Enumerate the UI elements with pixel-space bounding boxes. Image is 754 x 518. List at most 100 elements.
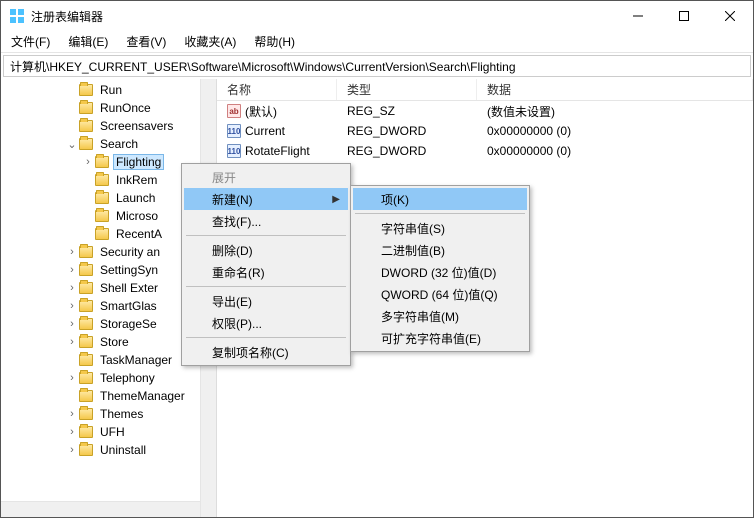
folder-icon — [79, 300, 93, 312]
tree-label: Telephony — [97, 371, 158, 385]
tree-label: Security an — [97, 245, 163, 259]
ctx-rename[interactable]: 重命名(R) — [184, 261, 348, 283]
tree-label: Run — [97, 83, 125, 97]
expand-toggle-icon[interactable]: › — [65, 282, 79, 294]
tree-item[interactable]: › Telephony — [1, 369, 216, 387]
tree-label: UFH — [97, 425, 128, 439]
tree-item[interactable]: ThemeManager — [1, 387, 216, 405]
submenu-arrow-icon: ▶ — [332, 194, 340, 205]
ctx-new-expandstring[interactable]: 可扩充字符串值(E) — [353, 327, 527, 349]
ctx-expand[interactable]: 展开 — [184, 166, 348, 188]
col-data[interactable]: 数据 — [477, 79, 753, 100]
list-header: 名称 类型 数据 — [217, 79, 753, 101]
folder-icon — [79, 444, 93, 456]
tree-label: Uninstall — [97, 443, 149, 457]
expand-toggle-icon[interactable]: › — [65, 336, 79, 348]
value-dw-icon: 110 — [227, 124, 241, 138]
tree-label: Shell Exter — [97, 281, 161, 295]
tree-label: Screensavers — [97, 119, 176, 133]
value-data: 0x00000000 (0) — [477, 144, 753, 158]
list-row[interactable]: ab (默认) REG_SZ(数值未设置) — [217, 101, 753, 121]
tree-item[interactable]: › Uninstall — [1, 441, 216, 459]
tree-label: SmartGlas — [97, 299, 160, 313]
tree-label: ThemeManager — [97, 389, 188, 403]
menu-file[interactable]: 文件(F) — [7, 31, 54, 52]
value-name: (默认) — [245, 103, 277, 120]
context-menu: 展开 新建(N)▶ 查找(F)... 删除(D) 重命名(R) 导出(E) 权限… — [181, 163, 351, 366]
folder-icon — [79, 282, 93, 294]
ctx-export[interactable]: 导出(E) — [184, 290, 348, 312]
value-data: (数值未设置) — [477, 103, 753, 120]
tree-item[interactable]: › UFH — [1, 423, 216, 441]
address-bar[interactable]: 计算机\HKEY_CURRENT_USER\Software\Microsoft… — [3, 55, 751, 77]
menu-edit[interactable]: 编辑(E) — [64, 31, 112, 52]
expand-toggle-icon[interactable]: › — [65, 264, 79, 276]
folder-icon — [79, 390, 93, 402]
ctx-new-multistring[interactable]: 多字符串值(M) — [353, 305, 527, 327]
col-name[interactable]: 名称 — [217, 79, 337, 100]
folder-icon — [79, 336, 93, 348]
expand-toggle-icon[interactable]: › — [65, 300, 79, 312]
expand-toggle-icon[interactable]: › — [65, 426, 79, 438]
folder-icon — [95, 228, 109, 240]
tree-item[interactable]: Run — [1, 81, 216, 99]
folder-icon — [79, 102, 93, 114]
menu-favorites[interactable]: 收藏夹(A) — [180, 31, 240, 52]
tree-label: RunOnce — [97, 101, 154, 115]
value-sz-icon: ab — [227, 104, 241, 118]
tree-hscrollbar[interactable] — [1, 501, 200, 517]
menu-view[interactable]: 查看(V) — [122, 31, 170, 52]
tree-item[interactable]: ›Themes — [1, 405, 216, 423]
col-type[interactable]: 类型 — [337, 79, 477, 100]
value-type: REG_SZ — [337, 104, 477, 118]
expand-toggle-icon[interactable]: › — [65, 246, 79, 258]
ctx-new-qword[interactable]: QWORD (64 位)值(Q) — [353, 283, 527, 305]
folder-icon — [95, 210, 109, 222]
address-text: 计算机\HKEY_CURRENT_USER\Software\Microsoft… — [10, 58, 516, 75]
ctx-copy-keyname[interactable]: 复制项名称(C) — [184, 341, 348, 363]
tree-label: InkRem — [113, 173, 160, 187]
tree-label: Microso — [113, 209, 161, 223]
ctx-new-key[interactable]: 项(K) — [353, 188, 527, 210]
expand-toggle-icon[interactable]: › — [65, 408, 79, 420]
separator — [186, 337, 346, 338]
folder-icon — [79, 408, 93, 420]
list-row[interactable]: 110RotateFlightREG_DWORD0x00000000 (0) — [217, 141, 753, 161]
close-button[interactable] — [707, 1, 753, 31]
expand-toggle-icon[interactable]: › — [65, 318, 79, 330]
context-submenu-new: 项(K) 字符串值(S) 二进制值(B) DWORD (32 位)值(D) QW… — [350, 185, 530, 352]
window-title: 注册表编辑器 — [31, 8, 615, 25]
expand-toggle-icon[interactable]: ⌄ — [65, 138, 79, 151]
ctx-delete[interactable]: 删除(D) — [184, 239, 348, 261]
maximize-button[interactable] — [661, 1, 707, 31]
expand-toggle-icon[interactable]: › — [81, 156, 95, 168]
minimize-button[interactable] — [615, 1, 661, 31]
ctx-find[interactable]: 查找(F)... — [184, 210, 348, 232]
value-type: REG_DWORD — [337, 144, 477, 158]
folder-icon — [79, 318, 93, 330]
ctx-new-binary[interactable]: 二进制值(B) — [353, 239, 527, 261]
tree-item[interactable]: ⌄Search — [1, 135, 216, 153]
ctx-permissions[interactable]: 权限(P)... — [184, 312, 348, 334]
ctx-new[interactable]: 新建(N)▶ — [184, 188, 348, 210]
ctx-new-dword[interactable]: DWORD (32 位)值(D) — [353, 261, 527, 283]
value-name: Current — [245, 124, 285, 138]
ctx-new-string[interactable]: 字符串值(S) — [353, 217, 527, 239]
folder-icon — [79, 246, 93, 258]
menu-help[interactable]: 帮助(H) — [250, 31, 299, 52]
tree-label: RecentA — [113, 227, 165, 241]
expand-toggle-icon[interactable]: › — [65, 372, 79, 384]
tree-label: SettingSyn — [97, 263, 161, 277]
tree-label: Launch — [113, 191, 158, 205]
app-icon — [9, 8, 25, 24]
expand-toggle-icon[interactable]: › — [65, 444, 79, 456]
folder-icon — [79, 84, 93, 96]
tree-item[interactable]: Screensavers — [1, 117, 216, 135]
value-dw-icon: 110 — [227, 144, 241, 158]
tree-label: StorageSe — [97, 317, 160, 331]
tree-item[interactable]: RunOnce — [1, 99, 216, 117]
folder-icon — [95, 174, 109, 186]
folder-icon — [95, 192, 109, 204]
menu-bar: 文件(F) 编辑(E) 查看(V) 收藏夹(A) 帮助(H) — [1, 31, 753, 53]
list-row[interactable]: 110CurrentREG_DWORD0x00000000 (0) — [217, 121, 753, 141]
